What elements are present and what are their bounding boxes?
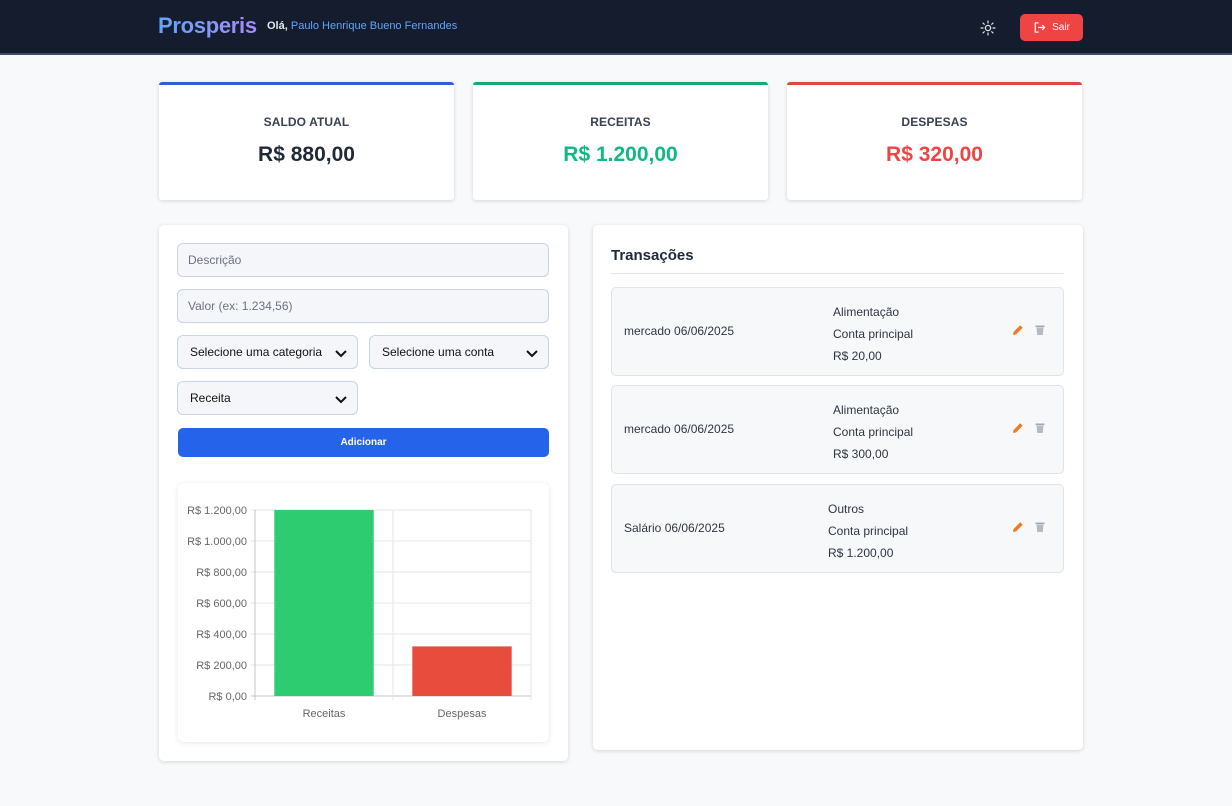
- expense-card: DESPESAS R$ 320,00: [787, 82, 1082, 200]
- pencil-icon: [1013, 423, 1023, 433]
- top-navbar: Prosperis Olá, Paulo Henrique Bueno Fern…: [0, 0, 1232, 55]
- transaction-item: Salário 06/06/2025 Outros Conta principa…: [611, 484, 1064, 573]
- transaction-account: Conta principal: [828, 524, 909, 538]
- transactions-title: Transações: [611, 247, 694, 264]
- value-placeholder: Valor (ex: 1.234,56): [188, 299, 293, 313]
- edit-button[interactable]: [1012, 521, 1024, 533]
- transaction-account: Conta principal: [833, 425, 914, 439]
- delete-button[interactable]: [1034, 521, 1046, 533]
- description-placeholder: Descrição: [188, 253, 242, 267]
- category-select-value: Selecione uma categoria: [190, 345, 323, 359]
- chevron-down-icon: [526, 350, 538, 358]
- income-card: RECEITAS R$ 1.200,00: [473, 82, 768, 200]
- transaction-amount: R$ 1.200,00: [828, 546, 894, 560]
- transaction-category: Alimentação: [833, 403, 900, 417]
- app-logo[interactable]: Prosperis: [158, 13, 257, 39]
- transaction-details: Alimentação Conta principal R$ 20,00: [833, 301, 913, 367]
- y-tick-label: R$ 1.200,00: [187, 505, 247, 517]
- transaction-category: Outros: [828, 502, 865, 516]
- y-tick-label: R$ 800,00: [196, 567, 247, 579]
- bar-despesas: [412, 646, 512, 696]
- transaction-amount: R$ 300,00: [833, 447, 889, 461]
- chevron-down-icon: [335, 396, 347, 404]
- description-input[interactable]: Descrição: [177, 243, 549, 277]
- greeting-text: Olá,: [267, 20, 288, 32]
- y-tick-label: R$ 0,00: [208, 691, 247, 703]
- transaction-item: mercado 06/06/2025 Alimentação Conta pri…: [611, 287, 1064, 376]
- edit-button[interactable]: [1012, 324, 1024, 336]
- transaction-details: Outros Conta principal R$ 1.200,00: [828, 498, 908, 564]
- y-tick-label: R$ 400,00: [196, 629, 247, 641]
- bar-chart: R$ 0,00 R$ 200,00 R$ 400,00 R$ 600,00 R$ 800…: [187, 505, 532, 720]
- pencil-icon: [1013, 522, 1023, 532]
- y-tick-label: R$ 600,00: [196, 598, 247, 610]
- logout-label: Sair: [1052, 22, 1070, 33]
- category-select[interactable]: Selecione uma categoria: [177, 335, 358, 369]
- transaction-amount: R$ 20,00: [833, 349, 882, 363]
- transaction-description: mercado 06/06/2025: [624, 422, 735, 436]
- transaction-description: Salário 06/06/2025: [624, 521, 725, 535]
- edit-button[interactable]: [1012, 422, 1024, 434]
- user-name: Paulo Henrique Bueno Fernandes: [290, 20, 458, 32]
- theme-toggle-button[interactable]: [978, 18, 998, 38]
- transaction-description: mercado 06/06/2025: [624, 324, 735, 338]
- transaction-actions: [1012, 422, 1046, 434]
- trash-icon: [1035, 325, 1045, 335]
- transaction-item: mercado 06/06/2025 Alimentação Conta pri…: [611, 385, 1064, 474]
- balance-card: SALDO ATUAL R$ 880,00: [159, 82, 454, 200]
- delete-button[interactable]: [1034, 324, 1046, 336]
- x-tick-label: Receitas: [303, 708, 346, 720]
- transaction-form-panel: Descrição Valor (ex: 1.234,56) Selecione…: [159, 225, 568, 761]
- transactions-panel: Transações mercado 06/06/2025 Alimentaçã…: [593, 225, 1083, 750]
- transaction-account: Conta principal: [833, 327, 914, 341]
- x-tick-label: Despesas: [438, 708, 487, 720]
- expense-value: R$ 320,00: [886, 143, 983, 166]
- summary-chart: R$ 0,00 R$ 200,00 R$ 400,00 R$ 600,00 R$ 800…: [178, 483, 549, 742]
- account-select[interactable]: Selecione uma conta: [369, 335, 549, 369]
- account-select-value: Selecione uma conta: [382, 345, 495, 359]
- transaction-actions: [1012, 324, 1046, 336]
- income-value: R$ 1.200,00: [563, 143, 678, 166]
- pencil-icon: [1013, 325, 1023, 335]
- y-tick-label: R$ 200,00: [196, 660, 247, 672]
- delete-button[interactable]: [1034, 422, 1046, 434]
- divider: [611, 273, 1064, 274]
- expense-label: DESPESAS: [901, 115, 968, 129]
- balance-label: SALDO ATUAL: [263, 115, 350, 129]
- balance-value: R$ 880,00: [258, 143, 355, 166]
- logout-icon: [1034, 22, 1046, 33]
- income-label: RECEITAS: [590, 115, 651, 129]
- transaction-details: Alimentação Conta principal R$ 300,00: [833, 399, 913, 465]
- trash-icon: [1035, 522, 1045, 532]
- bar-receitas: [274, 510, 374, 696]
- type-select[interactable]: Receita: [177, 381, 358, 415]
- transaction-category: Alimentação: [833, 305, 900, 319]
- transaction-actions: [1012, 521, 1046, 533]
- type-select-value: Receita: [190, 391, 231, 405]
- user-greeting: Olá, Paulo Henrique Bueno Fernandes: [267, 20, 457, 32]
- sun-icon: [980, 20, 996, 36]
- chevron-down-icon: [335, 350, 347, 358]
- trash-icon: [1035, 423, 1045, 433]
- value-input[interactable]: Valor (ex: 1.234,56): [177, 289, 549, 323]
- y-tick-label: R$ 1.000,00: [187, 536, 247, 548]
- add-button[interactable]: Adicionar: [178, 428, 549, 457]
- logout-button[interactable]: Sair: [1020, 14, 1083, 41]
